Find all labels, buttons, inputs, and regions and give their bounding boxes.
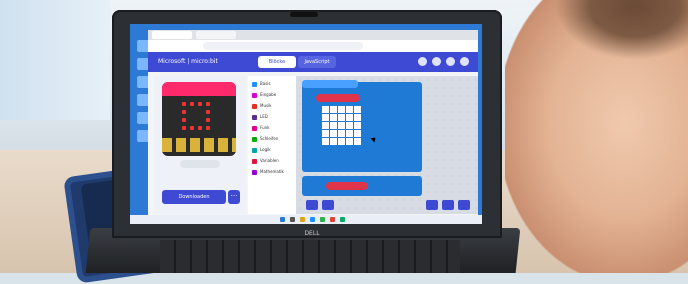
taskbar-icon[interactable] [340,217,345,222]
category-icon [252,169,257,175]
browser-window: Microsoft | micro:bit Blöcke JavaScript … [148,30,478,215]
simulator-pane: Downloaden ··· [154,76,246,214]
category-label: Schleifen [260,136,279,141]
led-pattern-block[interactable] [322,106,362,146]
category-label: Eingabe [260,92,277,97]
event-block-header[interactable] [302,80,358,88]
category-icon [252,103,257,109]
laptop-logo: DELL [304,230,320,237]
category-label: Variablen [260,158,279,163]
category-icon [252,114,257,120]
led-matrix [182,102,216,132]
home-icon[interactable] [418,57,427,66]
makecode-header: Microsoft | micro:bit Blöcke JavaScript [148,52,478,72]
redo-button[interactable] [442,200,454,210]
javascript-mode-button[interactable]: JavaScript [298,56,336,68]
help-icon[interactable] [446,57,455,66]
keyboard [160,240,460,273]
workspace-button[interactable] [306,200,318,210]
app-brand: Microsoft | micro:bit [158,58,218,65]
laptop-screen: Microsoft | micro:bit Blöcke JavaScript … [130,24,482,224]
toolbox-category[interactable]: Musik [252,102,292,110]
taskbar-icon[interactable] [300,217,305,222]
category-icon [252,136,257,142]
more-button[interactable]: ··· [228,190,240,204]
background-window [0,0,110,120]
category-icon [252,92,257,98]
toolbox-category[interactable]: Variablen [252,157,292,165]
address-bar[interactable] [203,42,363,50]
toolbox-category[interactable]: Funk [252,124,292,132]
category-label: Logik [260,147,271,152]
toolbox-category[interactable]: Basis [252,80,292,88]
category-label: Funk [260,125,270,130]
webcam [290,12,318,17]
variable-block[interactable] [316,94,360,102]
simulator-controls[interactable] [180,160,220,168]
windows-taskbar [130,215,482,224]
browser-tab[interactable] [196,31,236,39]
variable-block[interactable] [326,182,368,190]
category-icon [252,125,257,131]
toolbox-category[interactable]: LED [252,113,292,121]
start-icon[interactable] [280,217,285,222]
category-icon [252,158,257,164]
taskbar-icon[interactable] [290,217,295,222]
category-icon [252,81,257,87]
zoom-button[interactable] [458,200,470,210]
toolbox-category[interactable]: Eingabe [252,91,292,99]
taskbar-icon[interactable] [330,217,335,222]
blocks-mode-button[interactable]: Blöcke [258,56,296,68]
browser-tab-strip [148,30,478,40]
taskbar-icon[interactable] [310,217,315,222]
person-hair [555,0,688,60]
microbit-board-top [162,82,236,96]
download-button[interactable]: Downloaden [162,190,226,204]
category-label: Basis [260,81,271,86]
block-toolbox: Basis Eingabe Musik LED Funk Schleifen L… [248,76,297,214]
taskbar-icon[interactable] [320,217,325,222]
code-workspace[interactable] [296,76,478,214]
settings-icon[interactable] [460,57,469,66]
toolbox-category[interactable]: Mathematik [252,168,292,176]
workspace-button[interactable] [322,200,334,210]
browser-tab[interactable] [152,31,192,39]
category-label: LED [260,114,268,119]
microbit-pins [162,138,236,152]
undo-button[interactable] [426,200,438,210]
share-icon[interactable] [432,57,441,66]
category-icon [252,147,257,153]
category-label: Mathematik [260,169,284,174]
toolbox-category[interactable]: Logik [252,146,292,154]
toolbox-category[interactable]: Schleifen [252,135,292,143]
category-label: Musik [260,103,272,108]
